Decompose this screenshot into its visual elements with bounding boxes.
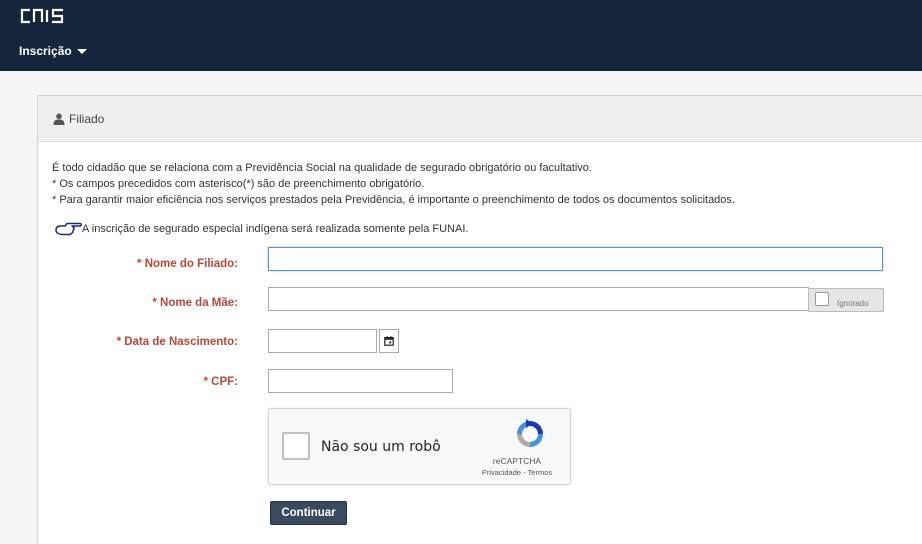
ignorado-toggle[interactable]: Ignorado bbox=[808, 288, 884, 312]
data-nascimento-input[interactable] bbox=[268, 329, 377, 353]
ignorado-checkbox[interactable] bbox=[815, 292, 829, 306]
ignorado-label: Ignorado bbox=[837, 299, 869, 308]
cpf-label: * CPF: bbox=[203, 376, 239, 388]
data-nascimento-label: * Data de Nascimento: bbox=[116, 336, 238, 348]
continuar-button[interactable]: Continuar bbox=[270, 501, 347, 525]
recaptcha-logo-icon bbox=[517, 419, 543, 447]
top-navbar: Inscrição bbox=[0, 0, 922, 71]
recaptcha-links[interactable]: Privacidade - Termos bbox=[469, 468, 565, 477]
menu-inscricao[interactable]: Inscrição bbox=[19, 44, 87, 58]
nome-mae-input[interactable] bbox=[268, 287, 809, 311]
info-text: É todo cidadão que se relaciona com a Pr… bbox=[52, 160, 735, 208]
panel-title: Filiado bbox=[69, 111, 105, 126]
nome-filiado-label: * Nome do Filiado: bbox=[137, 258, 238, 270]
panel-header: Filiado bbox=[38, 96, 922, 142]
info-line: * Os campos precedidos com asterisco(*) … bbox=[52, 178, 425, 190]
filiado-panel: Filiado É todo cidadão que se relaciona … bbox=[37, 95, 922, 544]
menu-inscricao-label: Inscrição bbox=[19, 44, 72, 58]
calendar-icon bbox=[384, 336, 394, 346]
pointing-hand-icon bbox=[55, 222, 82, 236]
recaptcha-text: Não sou um robô bbox=[321, 439, 441, 455]
recaptcha-widget: Não sou um robô reCAPTCHA Privacidade - … bbox=[268, 408, 571, 485]
funai-notice: A inscrição de segurado especial indígen… bbox=[55, 221, 468, 237]
caret-down-icon bbox=[76, 49, 87, 54]
cpf-input[interactable] bbox=[268, 369, 453, 393]
nome-mae-label: * Nome da Mãe: bbox=[152, 297, 238, 309]
calendar-button[interactable] bbox=[379, 329, 399, 353]
notice-text: A inscrição de segurado especial indígen… bbox=[82, 223, 469, 235]
info-line: * Para garantir maior eficiência nos ser… bbox=[52, 194, 735, 206]
recaptcha-brand: reCAPTCHA bbox=[492, 456, 542, 466]
recaptcha-checkbox[interactable] bbox=[282, 432, 310, 460]
info-line: É todo cidadão que se relaciona com a Pr… bbox=[52, 162, 592, 174]
nome-filiado-input[interactable] bbox=[268, 247, 883, 271]
user-icon bbox=[53, 113, 65, 125]
cnis-logo[interactable] bbox=[19, 6, 71, 26]
